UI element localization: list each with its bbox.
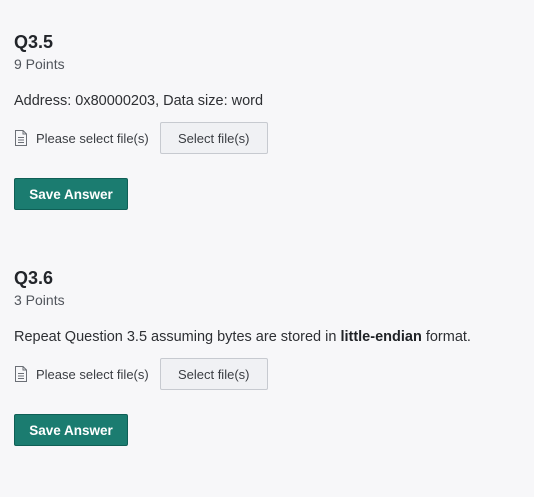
- question-points: 9 Points: [14, 56, 65, 72]
- file-upload-row: Please select file(s) Select file(s): [14, 122, 268, 154]
- file-status-label: Please select file(s): [36, 366, 149, 382]
- question-prompt-emphasis: little-endian: [340, 329, 422, 345]
- save-answer-button[interactable]: Save Answer: [14, 414, 128, 446]
- question-points: 3 Points: [14, 292, 65, 308]
- file-upload-row: Please select file(s) Select file(s): [14, 358, 268, 390]
- file-status-label: Please select file(s): [36, 130, 149, 146]
- question-q3-6: Q3.6 3 Points Repeat Question 3.5 assumi…: [14, 268, 524, 448]
- question-prompt: Address: 0x80000203, Data size: word: [14, 93, 264, 109]
- question-title: Q3.5: [14, 32, 54, 52]
- select-files-button[interactable]: Select file(s): [159, 122, 268, 154]
- file-icon: [14, 130, 28, 146]
- question-prompt-text: Repeat Question 3.5 assuming bytes are s…: [14, 329, 341, 345]
- question-title: Q3.6: [14, 268, 54, 288]
- question-q3-5: Q3.5 9 Points Address: 0x80000203, Data …: [14, 32, 524, 212]
- question-prompt: Repeat Question 3.5 assuming bytes are s…: [14, 328, 471, 346]
- file-icon: [14, 366, 28, 382]
- question-prompt-text-end: format.: [421, 329, 471, 345]
- save-answer-button[interactable]: Save Answer: [14, 178, 128, 210]
- select-files-button[interactable]: Select file(s): [159, 358, 268, 390]
